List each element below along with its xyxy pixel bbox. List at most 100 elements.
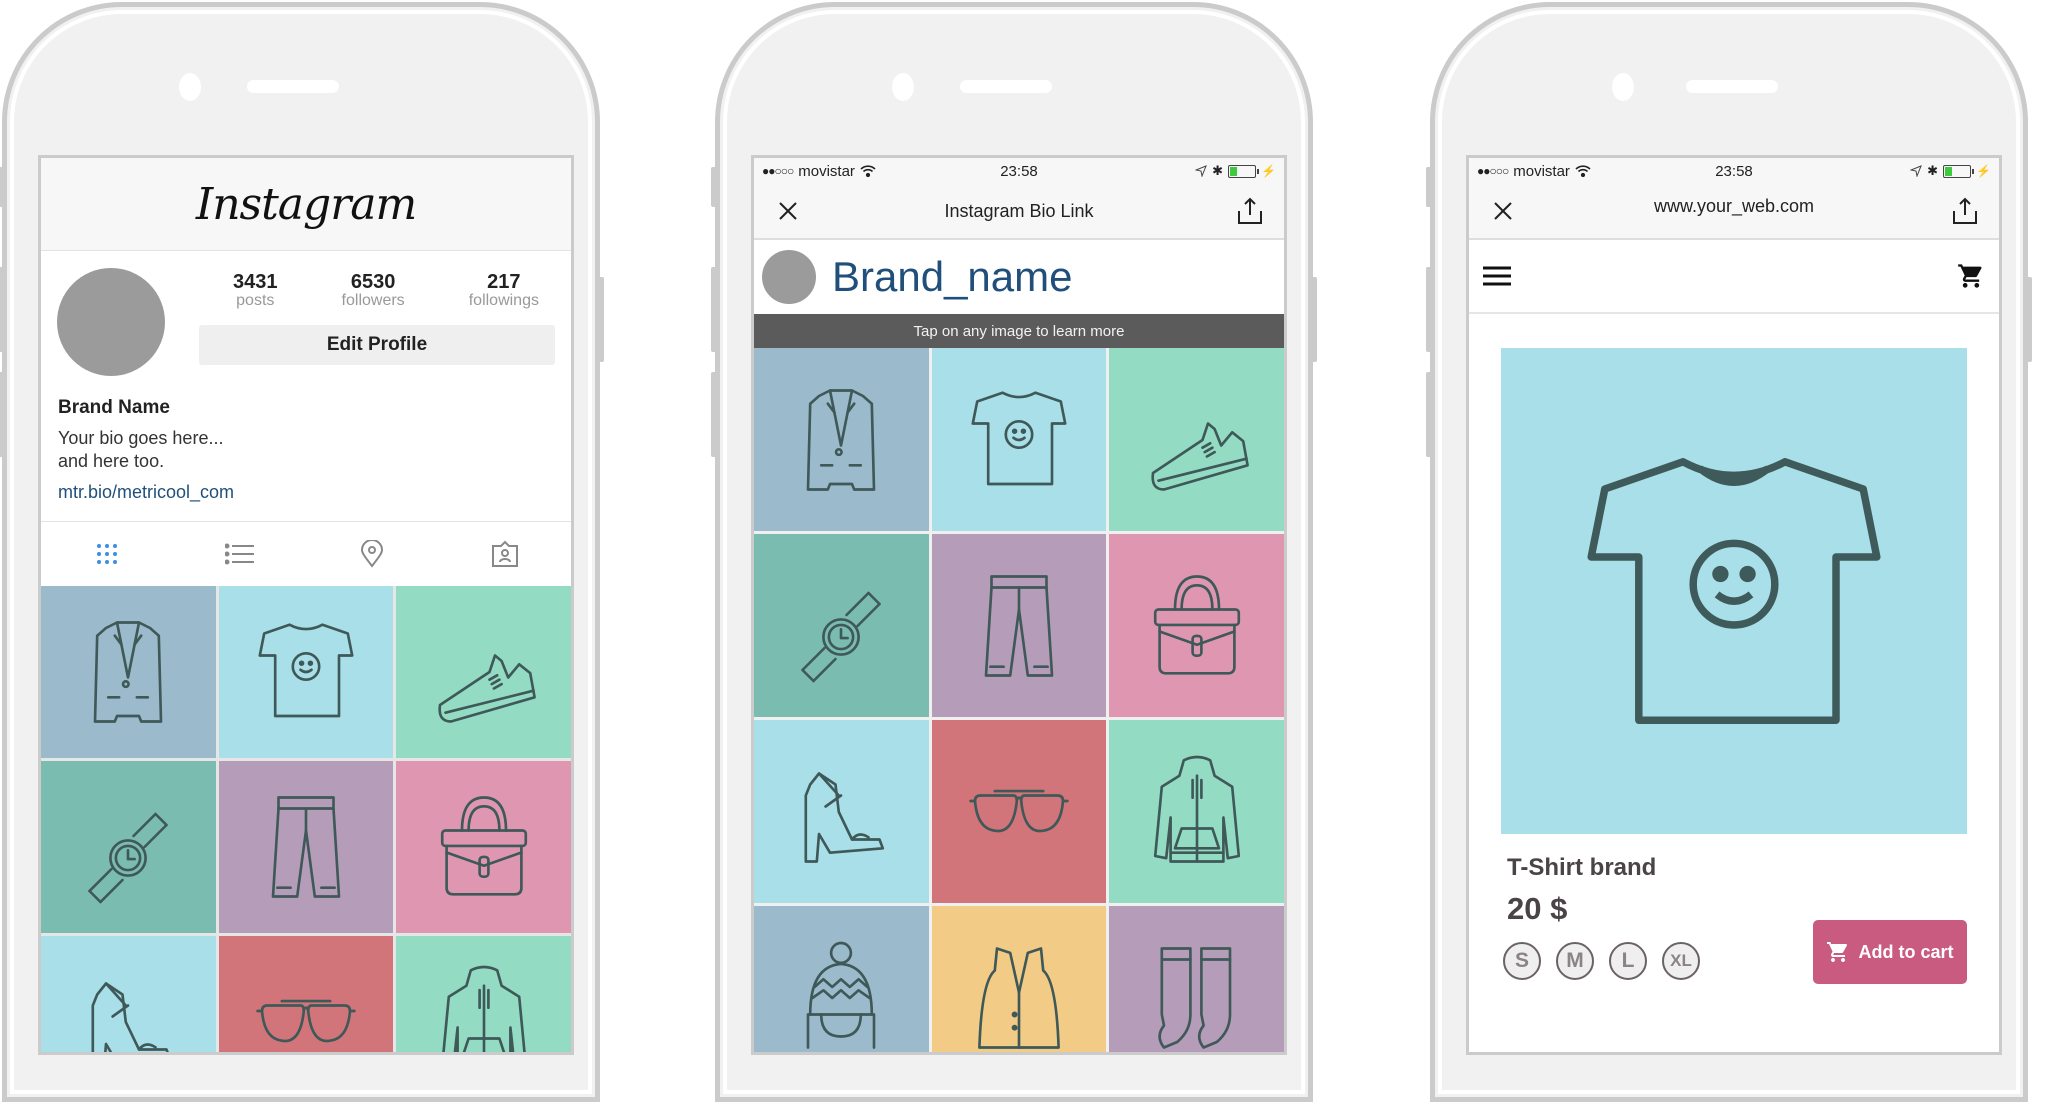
battery-icon — [1228, 164, 1260, 178]
speaker-grille — [247, 80, 339, 93]
product-tile-handbag[interactable] — [1109, 534, 1284, 717]
blazer-icon — [94, 621, 163, 723]
tab-list[interactable] — [220, 534, 260, 574]
photo-tile-pants[interactable] — [218, 761, 394, 933]
grid-icon — [97, 544, 118, 564]
nav-title: Instagram Bio Link — [944, 200, 1094, 221]
mute-switch — [711, 167, 717, 207]
product-tile-hoodie[interactable] — [1109, 720, 1284, 903]
avatar[interactable] — [57, 268, 165, 376]
close-button[interactable] — [1489, 197, 1517, 225]
product-tile-t-shirt[interactable] — [931, 348, 1107, 531]
phone-product-page: ●●○○○ movistar 23:58 ✱ ⚡ www.your_web.co… — [1426, 2, 2032, 1102]
bio-link[interactable]: mtr.bio/metricool_com — [58, 482, 234, 503]
product-tile-vest[interactable] — [931, 906, 1107, 1052]
url-title: www.your_web.com — [1653, 195, 1815, 216]
stat-followings[interactable]: 217 followings — [469, 271, 539, 310]
photo-tile-watch[interactable] — [41, 761, 216, 933]
pants-icon — [271, 796, 341, 898]
product-tile-sneaker[interactable] — [1109, 348, 1284, 531]
add-to-cart-label: Add to cart — [1858, 941, 1954, 962]
shop-header — [1469, 240, 1999, 314]
heel-sandal-icon — [91, 982, 170, 1052]
power-button — [598, 277, 604, 362]
cart-button[interactable] — [1957, 262, 1985, 290]
volume-up-button — [0, 267, 4, 352]
share-button[interactable] — [1236, 197, 1264, 225]
photo-tile-sunglasses[interactable] — [218, 936, 394, 1052]
profile-section: 3431 posts 6530 followers 217 followings… — [41, 251, 571, 521]
product-tile-pants[interactable] — [931, 534, 1107, 717]
front-camera — [1612, 73, 1634, 101]
screen: ●●○○○ movistar 23:58 ✱ ⚡ www.your_web.co… — [1466, 155, 2002, 1055]
app-header: Instagram — [41, 158, 571, 251]
watch-icon — [88, 812, 169, 904]
carrier-name: movistar — [798, 162, 855, 180]
power-button — [1311, 277, 1317, 362]
volume-down-button — [0, 372, 4, 457]
size-selector: S M L XL — [1503, 942, 1700, 980]
handbag-icon — [440, 796, 527, 896]
t-shirt-icon — [258, 623, 354, 718]
product-tile-socks[interactable] — [1109, 906, 1284, 1052]
nav-bar: Instagram Bio Link — [754, 184, 1284, 240]
photo-tile-handbag[interactable] — [396, 761, 571, 933]
stat-label: followings — [468, 292, 539, 309]
stat-posts[interactable]: 3431 posts — [233, 271, 278, 310]
nav-bar: www.your_web.com — [1469, 184, 1999, 240]
speaker-grille — [960, 80, 1052, 93]
tab-location[interactable] — [352, 534, 392, 574]
photo-tile-sneaker[interactable] — [396, 586, 571, 758]
hoodie-icon — [1153, 755, 1240, 863]
photo-tile-hoodie[interactable] — [396, 936, 571, 1052]
screen: Instagram 3431 posts 6530 followers 217 … — [38, 155, 574, 1055]
brand-name: Brand_name — [832, 253, 1073, 300]
tab-grid[interactable] — [87, 534, 127, 574]
signal-strength-icon: ●●○○○ — [762, 164, 794, 178]
product-tile-blazer[interactable] — [754, 348, 929, 531]
beanie-icon — [807, 941, 876, 1049]
volume-down-button — [1426, 372, 1432, 457]
product-tile-watch[interactable] — [754, 534, 929, 717]
photo-grid — [41, 586, 571, 1052]
list-icon — [224, 543, 254, 565]
shopping-cart-icon — [1958, 264, 1982, 288]
t-shirt-icon — [1587, 458, 1881, 724]
location-arrow-icon — [1195, 165, 1208, 177]
close-icon — [1494, 202, 1512, 220]
size-option-m[interactable]: M — [1556, 942, 1594, 980]
size-option-xl[interactable]: XL — [1662, 942, 1700, 980]
product-tile-heel-sandal[interactable] — [754, 720, 929, 903]
location-pin-icon — [361, 540, 384, 568]
mute-switch — [0, 167, 4, 207]
tap-hint-banner: Tap on any image to learn more — [754, 314, 1284, 348]
product-image[interactable] — [1501, 348, 1967, 834]
menu-button[interactable] — [1483, 262, 1511, 290]
tab-tagged[interactable] — [485, 534, 525, 574]
stat-followers[interactable]: 6530 followers — [342, 271, 405, 310]
edit-profile-button[interactable]: Edit Profile — [199, 325, 555, 365]
product-price: 20 $ — [1507, 891, 1568, 926]
shopping-cart-icon — [1827, 942, 1848, 962]
power-button — [2026, 277, 2032, 362]
blazer-icon — [807, 388, 876, 491]
front-camera — [892, 73, 914, 101]
handbag-icon — [1153, 574, 1240, 675]
share-button[interactable] — [1951, 197, 1979, 225]
profile-stats: 3431 posts 6530 followers 217 followings — [201, 271, 571, 310]
stat-value: 3431 — [233, 271, 278, 293]
product-tile-sunglasses[interactable] — [931, 720, 1107, 903]
avatar — [762, 250, 816, 304]
size-option-l[interactable]: L — [1609, 942, 1647, 980]
photo-tile-t-shirt[interactable] — [218, 586, 394, 758]
wifi-icon — [860, 165, 876, 177]
stat-value: 6530 — [350, 271, 396, 293]
hamburger-menu-icon — [1483, 266, 1511, 286]
photo-tile-heel-sandal[interactable] — [41, 936, 216, 1052]
photo-tile-blazer[interactable] — [41, 586, 216, 758]
product-tile-beanie[interactable] — [754, 906, 929, 1052]
heel-sandal-icon — [804, 771, 885, 863]
size-option-s[interactable]: S — [1503, 942, 1541, 980]
close-button[interactable] — [774, 197, 802, 225]
add-to-cart-button[interactable]: Add to cart — [1813, 920, 1967, 984]
